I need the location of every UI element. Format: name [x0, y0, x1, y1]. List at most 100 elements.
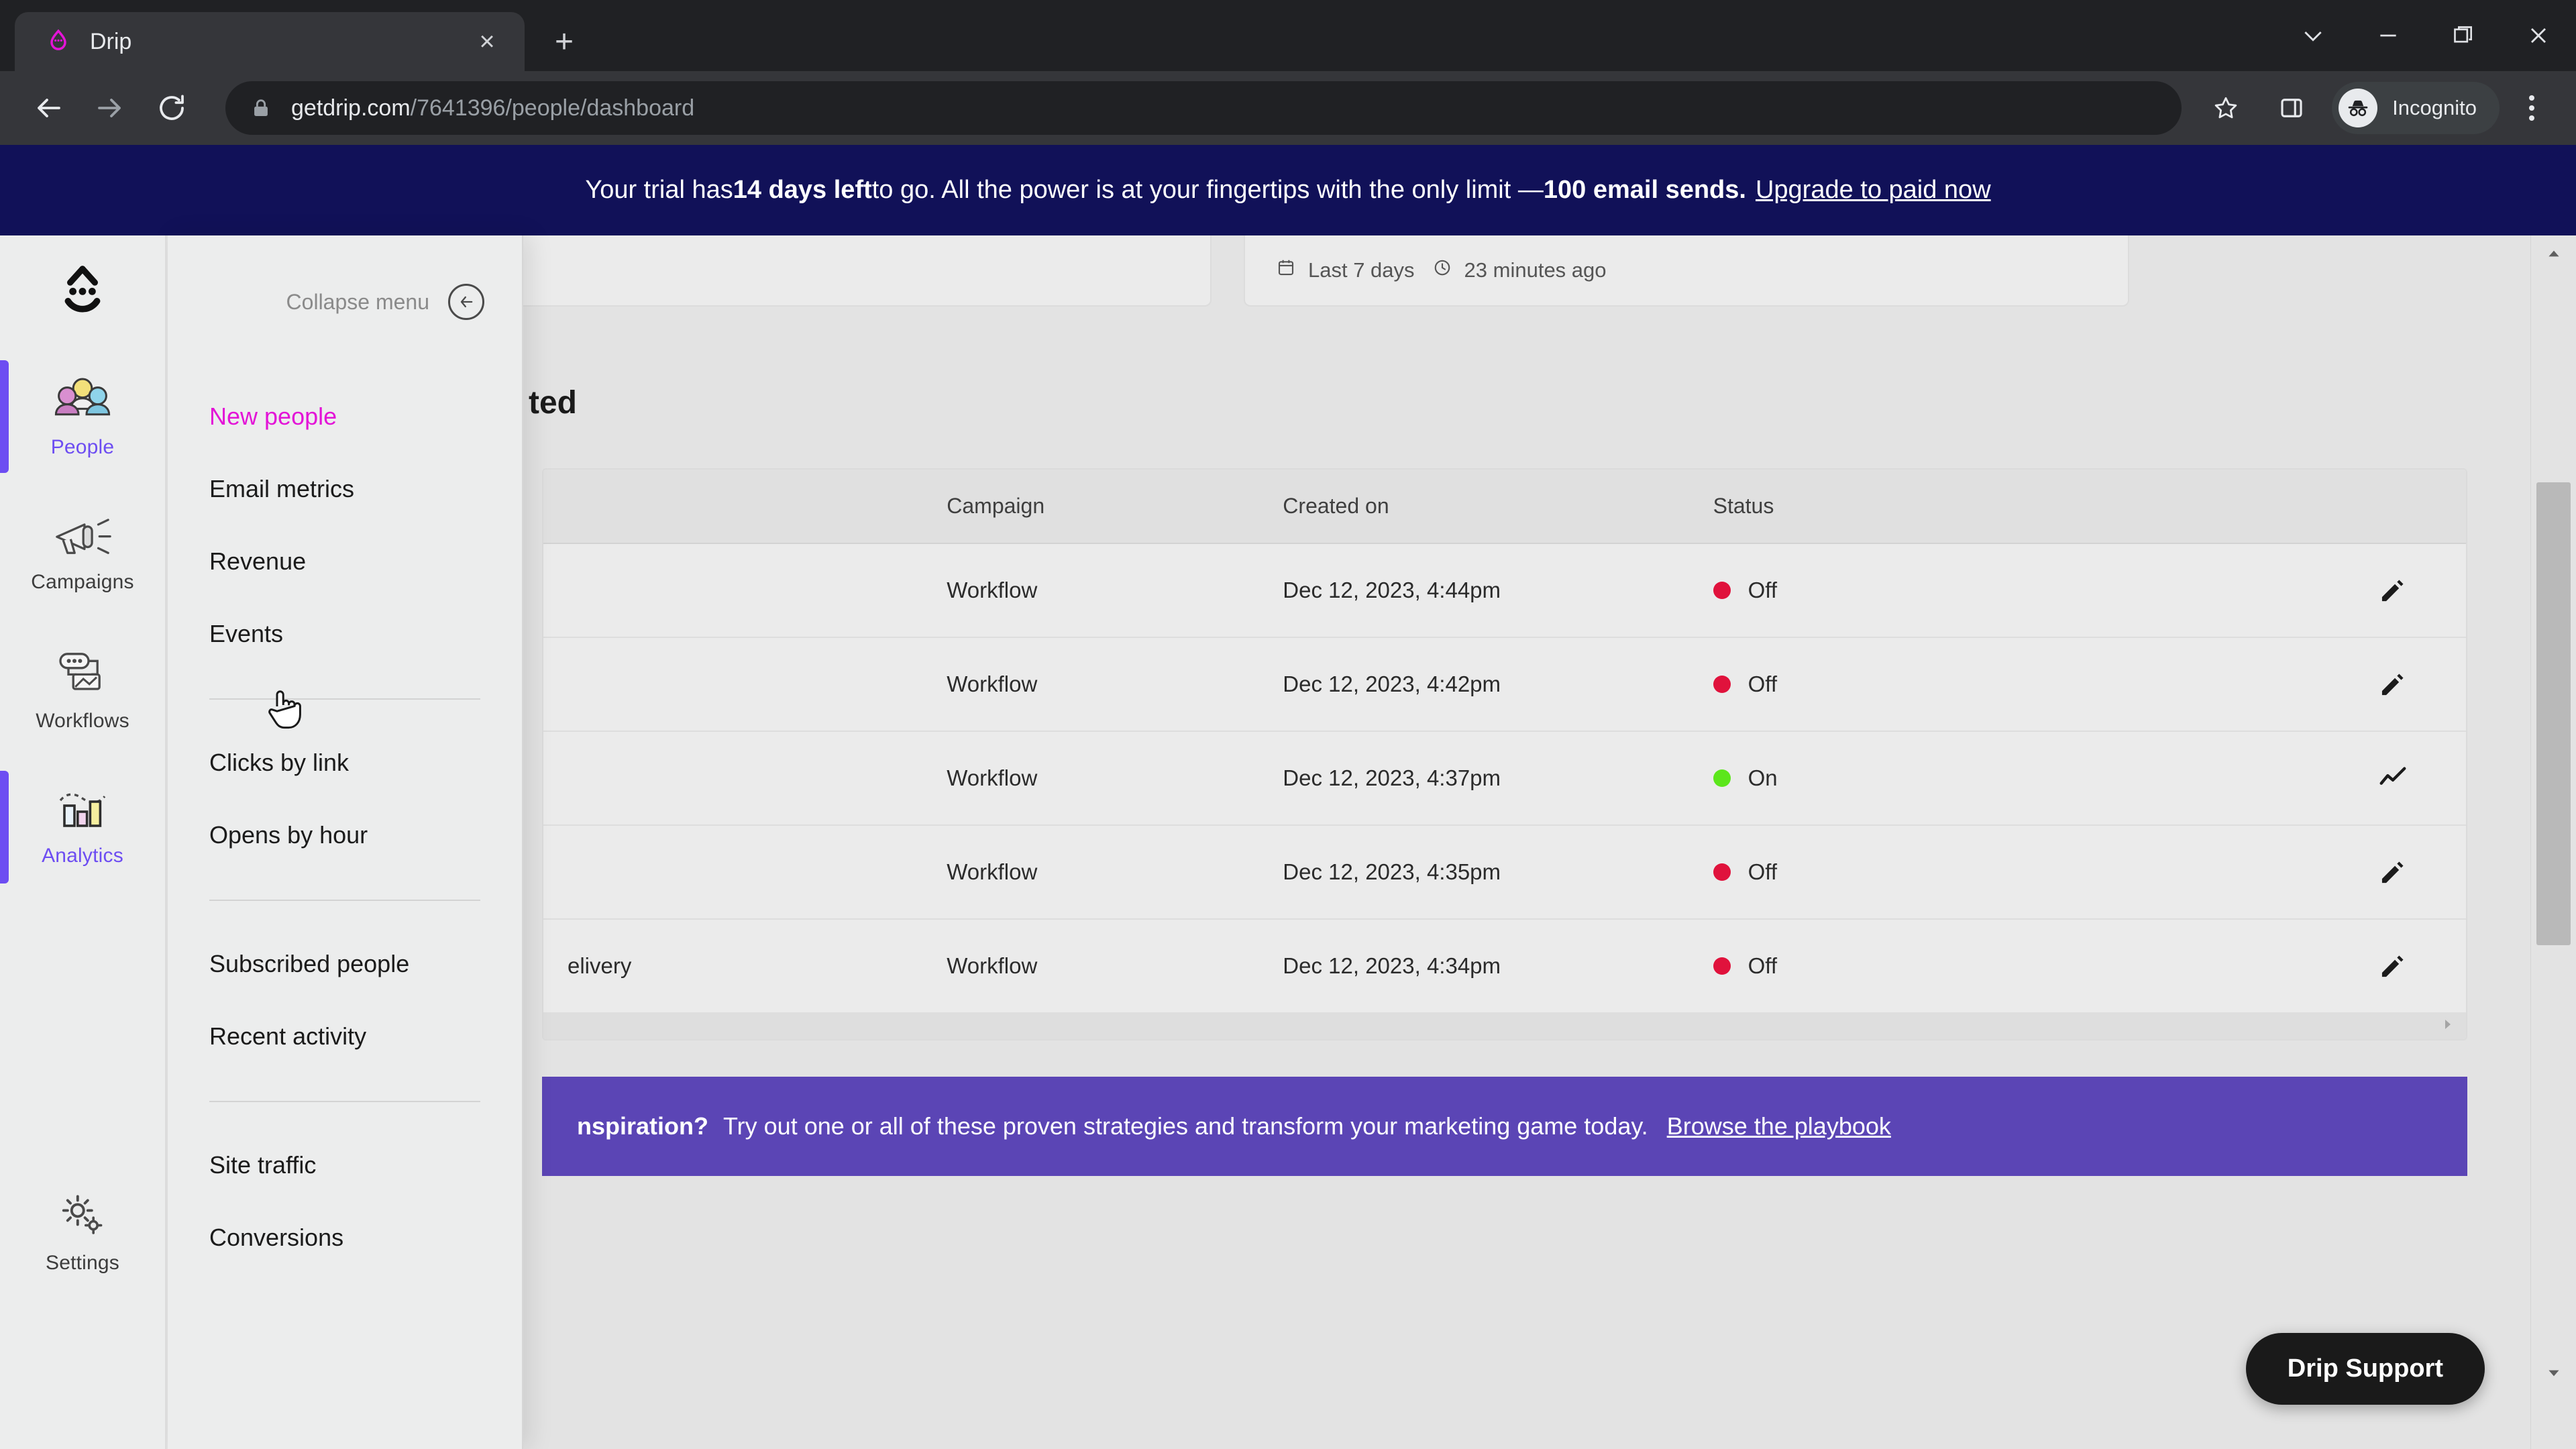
bar-chart-icon [52, 788, 113, 835]
date-range-label: Last 7 days [1308, 258, 1415, 282]
cell-created-on: Dec 12, 2023, 4:34pm [1283, 919, 1713, 1012]
promo-banner: nspiration? Try out one or all of these … [542, 1077, 2467, 1176]
back-button[interactable] [17, 77, 79, 139]
sidebar-item-settings[interactable]: Settings [0, 1165, 165, 1299]
menu-divider [209, 900, 480, 901]
upgrade-link[interactable]: Upgrade to paid now [1756, 176, 1991, 205]
status-label: Off [1748, 578, 1778, 602]
status-label: Off [1748, 859, 1778, 884]
cell-campaign: Workflow [947, 731, 1283, 826]
maximize-icon[interactable] [2426, 0, 2501, 71]
table-row[interactable]: Workflow Dec 12, 2023, 4:44pm Off [543, 543, 2466, 638]
col-header-created-on[interactable]: Created on [1283, 470, 1713, 544]
minimize-icon[interactable] [2351, 0, 2426, 71]
collapse-menu-button[interactable]: Collapse menu [168, 235, 522, 320]
address-bar[interactable]: getdrip.com/7641396/people/dashboard [225, 81, 2182, 135]
cell-campaign: Workflow [947, 919, 1283, 1012]
drip-logo-icon [44, 28, 72, 56]
menu-item-conversions[interactable]: Conversions [168, 1201, 522, 1274]
gear-icon [54, 1191, 111, 1242]
sidebar-item-people[interactable]: People [0, 350, 165, 484]
table-horizontal-scrollbar[interactable] [543, 1012, 2466, 1039]
people-icon [50, 375, 115, 427]
table-row[interactable]: Workflow Dec 12, 2023, 4:35pm Off [543, 825, 2466, 920]
scrollbar-corner [2531, 1407, 2576, 1449]
tab-title: Drip [90, 28, 132, 54]
scroll-down-arrow-icon[interactable] [2531, 1355, 2576, 1391]
col-header-name[interactable] [543, 470, 947, 544]
table-row[interactable]: Workflow Dec 12, 2023, 4:37pm On [543, 731, 2466, 826]
sidebar-item-campaigns[interactable]: Campaigns [0, 486, 165, 621]
pencil-icon[interactable] [2090, 669, 2466, 700]
last-updated-meta: 23 minutes ago [1432, 258, 1607, 283]
clock-icon [1432, 258, 1452, 283]
url-domain: getdrip.com [291, 95, 411, 121]
status-badge [1713, 769, 1731, 787]
menu-item-email-metrics[interactable]: Email metrics [168, 453, 522, 525]
menu-divider [209, 698, 480, 700]
sidebar-item-label: People [50, 435, 115, 458]
browse-playbook-link[interactable]: Browse the playbook [1667, 1112, 1891, 1140]
summary-card-range: Last 7 days 23 minutes ago [1244, 235, 2129, 307]
menu-item-subscribed-people[interactable]: Subscribed people [168, 928, 522, 1000]
cell-actions [2089, 543, 2466, 638]
status-badge [1713, 957, 1731, 975]
sidebar-item-label: Analytics [42, 844, 123, 867]
lock-icon [250, 97, 272, 119]
line-chart-icon[interactable] [2090, 763, 2466, 794]
menu-item-site-traffic[interactable]: Site traffic [168, 1129, 522, 1201]
cell-name [543, 637, 947, 732]
menu-item-recent-activity[interactable]: Recent activity [168, 1000, 522, 1073]
pencil-icon[interactable] [2090, 951, 2466, 981]
menu-item-revenue[interactable]: Revenue [168, 525, 522, 598]
trial-limit: 100 email sends. [1543, 176, 1746, 204]
menu-item-clicks-by-link[interactable]: Clicks by link [168, 727, 522, 799]
menu-item-opens-by-hour[interactable]: Opens by hour [168, 799, 522, 871]
trial-banner: Your trial has 14 days left to go. All t… [0, 145, 2576, 235]
side-panel-icon[interactable] [2263, 80, 2320, 136]
last-updated-label: 23 minutes ago [1464, 258, 1607, 282]
scrollbar-thumb[interactable] [2536, 482, 2571, 945]
date-range-meta: Last 7 days [1276, 258, 1415, 283]
sidebar-item-label: Settings [46, 1251, 119, 1274]
flyout-menu-list: New people Email metrics Revenue Events … [168, 380, 522, 1274]
status-label: On [1748, 765, 1778, 790]
col-header-campaign[interactable]: Campaign [947, 470, 1283, 544]
table-row[interactable]: elivery Workflow Dec 12, 2023, 4:34pm Of… [543, 919, 2466, 1012]
pencil-icon[interactable] [2090, 575, 2466, 606]
scroll-right-arrow-icon[interactable] [2439, 1016, 2455, 1036]
close-window-icon[interactable] [2501, 0, 2576, 71]
col-header-status[interactable]: Status [1713, 470, 2090, 544]
url-text: getdrip.com/7641396/people/dashboard [291, 95, 694, 121]
workflows-table: Campaign Created on Status Workflow Dec … [542, 468, 2467, 1040]
browser-tab[interactable]: Drip × [15, 12, 525, 71]
menu-item-events[interactable]: Events [168, 598, 522, 670]
reload-button[interactable] [141, 77, 203, 139]
status-badge [1713, 863, 1731, 881]
new-tab-button[interactable]: + [539, 17, 589, 66]
table-row[interactable]: Workflow Dec 12, 2023, 4:42pm Off [543, 637, 2466, 732]
profile-incognito-pill[interactable]: Incognito [2332, 82, 2500, 134]
menu-item-new-people[interactable]: New people [168, 380, 522, 453]
forward-button[interactable] [79, 77, 141, 139]
cell-campaign: Workflow [947, 543, 1283, 638]
pencil-icon[interactable] [2090, 857, 2466, 888]
chevron-down-icon[interactable] [2275, 0, 2351, 71]
browser-toolbar: getdrip.com/7641396/people/dashboard Inc… [0, 71, 2576, 145]
sidebar-item-analytics[interactable]: Analytics [0, 760, 165, 894]
close-icon[interactable]: × [468, 23, 506, 60]
status-badge [1713, 676, 1731, 693]
cell-actions [2089, 919, 2466, 1012]
drip-support-button[interactable]: Drip Support [2245, 1333, 2485, 1405]
cell-campaign: Workflow [947, 637, 1283, 732]
drip-face-logo[interactable] [0, 235, 165, 350]
page-scrollbar[interactable] [2530, 235, 2576, 1449]
three-dot-menu-icon[interactable] [2505, 80, 2559, 136]
cell-name [543, 825, 947, 920]
cell-status: Off [1713, 919, 2090, 1012]
cell-actions [2089, 825, 2466, 920]
bookmark-star-icon[interactable] [2198, 80, 2254, 136]
scroll-up-arrow-icon[interactable] [2531, 235, 2576, 272]
sidebar-item-workflows[interactable]: Workflows [0, 623, 165, 757]
arrow-left-icon[interactable] [448, 284, 484, 320]
